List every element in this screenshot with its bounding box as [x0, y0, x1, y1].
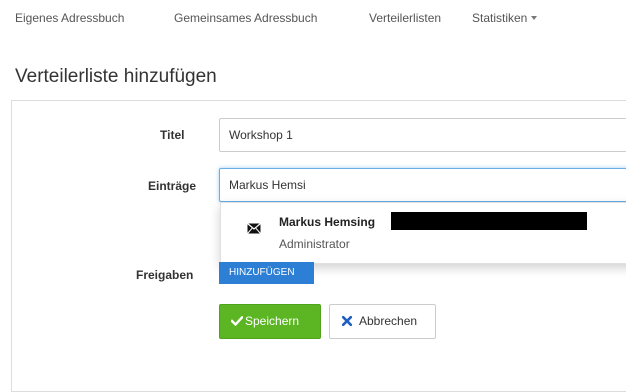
nav-item-statistiken-label: Statistiken: [472, 11, 528, 25]
titel-input[interactable]: Workshop 1: [219, 118, 626, 152]
page-title: Verteilerliste hinzufügen: [15, 66, 217, 87]
save-button-label: Speichern: [245, 314, 300, 328]
nav-item-statistiken[interactable]: Statistiken: [472, 11, 538, 25]
titel-label: Titel: [160, 128, 185, 142]
redaction-bar: [391, 212, 587, 230]
close-icon: [342, 316, 352, 326]
autocomplete-suggestion[interactable]: Markus Hemsing Administrator: [220, 202, 626, 264]
nav-item-verteilerlisten[interactable]: Verteilerlisten: [369, 11, 441, 25]
checkmark-icon: [231, 316, 243, 326]
freigaben-label: Freigaben: [136, 268, 194, 282]
suggestion-role: Administrator: [279, 237, 350, 251]
nav-item-eigenes-adressbuch[interactable]: Eigenes Adressbuch: [15, 11, 124, 25]
eintraege-label: Einträge: [148, 179, 197, 193]
add-freigabe-button[interactable]: HINZUFÜGEN: [219, 262, 314, 284]
suggestion-name: Markus Hemsing: [279, 215, 376, 229]
cancel-button-label: Abbrechen: [359, 314, 418, 328]
caret-down-icon: [531, 16, 538, 20]
eintraege-input[interactable]: Markus Hemsi: [219, 168, 626, 202]
top-navigation: Eigenes Adressbuch Gemeinsames Adressbuc…: [0, 0, 626, 40]
nav-item-gemeinsames-adressbuch[interactable]: Gemeinsames Adressbuch: [174, 11, 317, 25]
save-button[interactable]: Speichern: [219, 304, 321, 339]
envelope-icon: [247, 223, 261, 234]
cancel-button[interactable]: Abbrechen: [329, 304, 436, 339]
